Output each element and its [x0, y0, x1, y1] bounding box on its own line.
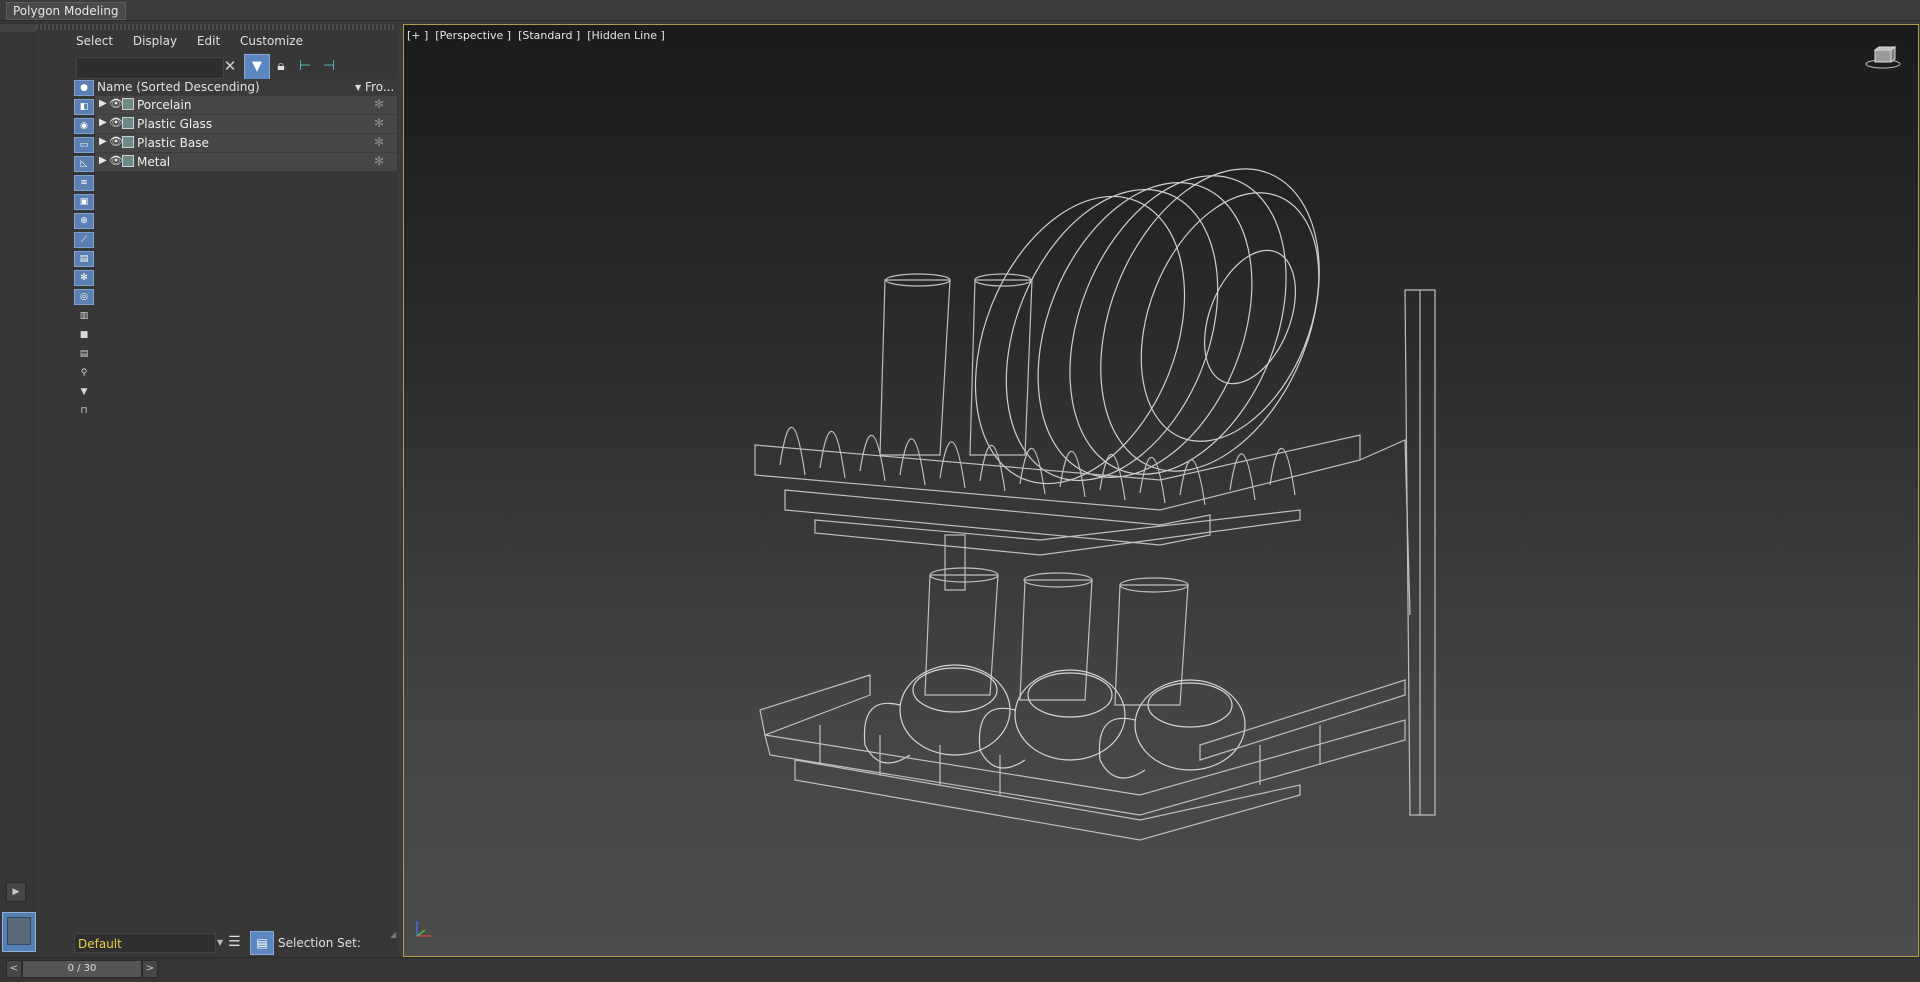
list-item[interactable]: ▶ 👁︎ Plastic Glass ✻ — [95, 115, 397, 134]
list-item-label: Plastic Glass — [137, 117, 213, 131]
filter-icon[interactable]: ▼ — [244, 54, 270, 80]
freeze-icon[interactable]: ✻ — [374, 154, 384, 168]
top-glasses — [879, 273, 1033, 456]
viewport-menu-standard[interactable]: [Standard ] — [518, 29, 580, 42]
list-item[interactable]: ▶ 👁︎ Porcelain ✻ — [95, 96, 397, 115]
list-item[interactable]: ▶ 👁︎ Plastic Base ✻ — [95, 134, 397, 153]
play-icon[interactable]: ▶ — [6, 882, 26, 902]
expand-arrow-icon[interactable]: ▶ — [99, 155, 107, 166]
layer-icon — [122, 136, 134, 148]
menu-display[interactable]: Display — [133, 34, 177, 48]
time-slider[interactable]: 0 / 30 — [22, 960, 142, 978]
viewport-label: [+ ] [Perspective ] [Standard ] [Hidden Lin… — [407, 29, 672, 42]
plates — [974, 168, 1320, 485]
display-geometry-icon[interactable]: ● — [74, 80, 94, 96]
display-none-icon[interactable]: ■ — [74, 327, 94, 343]
viewport-menu-shading[interactable]: [Hidden Line ] — [587, 29, 665, 42]
mugs — [863, 664, 1246, 779]
previous-frame-button[interactable]: < — [6, 960, 22, 978]
next-frame-button[interactable]: > — [142, 960, 158, 978]
list-item[interactable]: ▶ 👁︎ Metal ✻ — [95, 153, 397, 172]
list-item-label: Plastic Base — [137, 136, 209, 150]
list-item-label: Porcelain — [137, 98, 192, 112]
list-item-label: Metal — [137, 155, 171, 169]
layer-icon — [122, 98, 134, 110]
layer-icon — [122, 155, 134, 167]
display-helpers-icon[interactable]: ◺ — [74, 156, 94, 172]
hierarchy-icon[interactable]: ⊢ — [295, 56, 315, 76]
resize-grip-icon[interactable]: ◢ — [390, 930, 396, 939]
menu-select[interactable]: Select — [76, 34, 113, 48]
eye-icon[interactable]: 👁︎ — [109, 135, 123, 148]
freeze-icon[interactable]: ✻ — [374, 135, 384, 149]
display-frozen-icon[interactable]: ✻ — [74, 270, 94, 286]
expand-arrow-icon[interactable]: ▶ — [99, 136, 107, 147]
display-groups-icon[interactable]: ▣ — [74, 194, 94, 210]
display-hidden-icon[interactable]: ◎ — [74, 289, 94, 305]
time-slider-bar — [0, 957, 1920, 982]
eye-icon[interactable]: 👁︎ — [109, 154, 123, 167]
freeze-icon[interactable]: ✻ — [374, 116, 384, 130]
explorer-menu: Select Display Edit Customize — [76, 34, 319, 52]
search-input[interactable] — [76, 57, 224, 79]
top-rack — [754, 426, 1361, 556]
explorer-grip[interactable] — [36, 24, 396, 30]
strip-grip — [0, 24, 36, 32]
viewport-thumbnail[interactable] — [2, 912, 36, 952]
dish-rack-wireframe — [754, 168, 1436, 841]
wall-post — [1359, 289, 1436, 816]
layer-icon — [122, 117, 134, 129]
column-name-header[interactable]: Name (Sorted Descending) — [97, 80, 260, 94]
column-frozen-header[interactable]: Fro... — [365, 80, 394, 94]
display-lights-icon[interactable]: ◉ — [74, 118, 94, 134]
eye-icon[interactable]: 👁︎ — [109, 116, 123, 129]
eye-icon[interactable]: 👁︎ — [109, 97, 123, 110]
viewcube-icon[interactable] — [1865, 46, 1901, 70]
display-xrefs-icon[interactable]: ⊕ — [74, 213, 94, 229]
display-containers-icon[interactable]: ▤ — [74, 251, 94, 267]
selection-set-label: Selection Set: — [278, 936, 361, 950]
display-invert-icon[interactable]: ▤ — [74, 346, 94, 362]
hierarchy-expand-icon[interactable]: ⊣ — [319, 56, 339, 76]
sort-arrow-icon: ▼ — [355, 83, 362, 92]
selection-set-icon[interactable]: ▤ — [250, 931, 274, 955]
display-cameras-icon[interactable]: ▭ — [74, 137, 94, 153]
axis-gizmo-icon — [416, 921, 431, 937]
layer-dropdown[interactable]: Default — [74, 933, 216, 953]
container-icon[interactable]: ⊓ — [74, 403, 94, 419]
menu-customize[interactable]: Customize — [240, 34, 303, 48]
expand-arrow-icon[interactable]: ▶ — [99, 98, 107, 109]
lock-icon[interactable]: 🔒︎ — [271, 56, 291, 76]
chevron-down-icon[interactable]: ▼ — [217, 938, 223, 947]
filter-funnel-icon[interactable]: ▼ — [74, 384, 94, 400]
viewport-menu-view[interactable]: [Perspective ] — [435, 29, 511, 42]
ribbon-tab-polygon-modeling[interactable]: Polygon Modeling — [6, 2, 126, 20]
filter-settings-icon[interactable]: ⚲ — [74, 365, 94, 381]
ribbon-bar — [0, 0, 1920, 21]
explorer-toolbar: ● ◧ ◉ ▭ ◺ ≋ ▣ ⊕ ⟋ ▤ ✻ ◎ ▥ ■ ▤ ⚲ ▼ ⊓ — [74, 80, 94, 422]
display-shapes-icon[interactable]: ◧ — [74, 99, 94, 115]
layers-icon[interactable]: ☰ — [228, 934, 241, 950]
freeze-icon[interactable]: ✻ — [374, 97, 384, 111]
display-bones-icon[interactable]: ⟋ — [74, 232, 94, 248]
display-all-icon[interactable]: ▥ — [74, 308, 94, 324]
menu-edit[interactable]: Edit — [197, 34, 220, 48]
display-spacewarps-icon[interactable]: ≋ — [74, 175, 94, 191]
expand-arrow-icon[interactable]: ▶ — [99, 117, 107, 128]
command-strip — [0, 22, 37, 957]
clear-search-icon[interactable]: ✕ — [220, 56, 240, 76]
viewport-menu-plus[interactable]: [+ ] — [407, 29, 428, 42]
